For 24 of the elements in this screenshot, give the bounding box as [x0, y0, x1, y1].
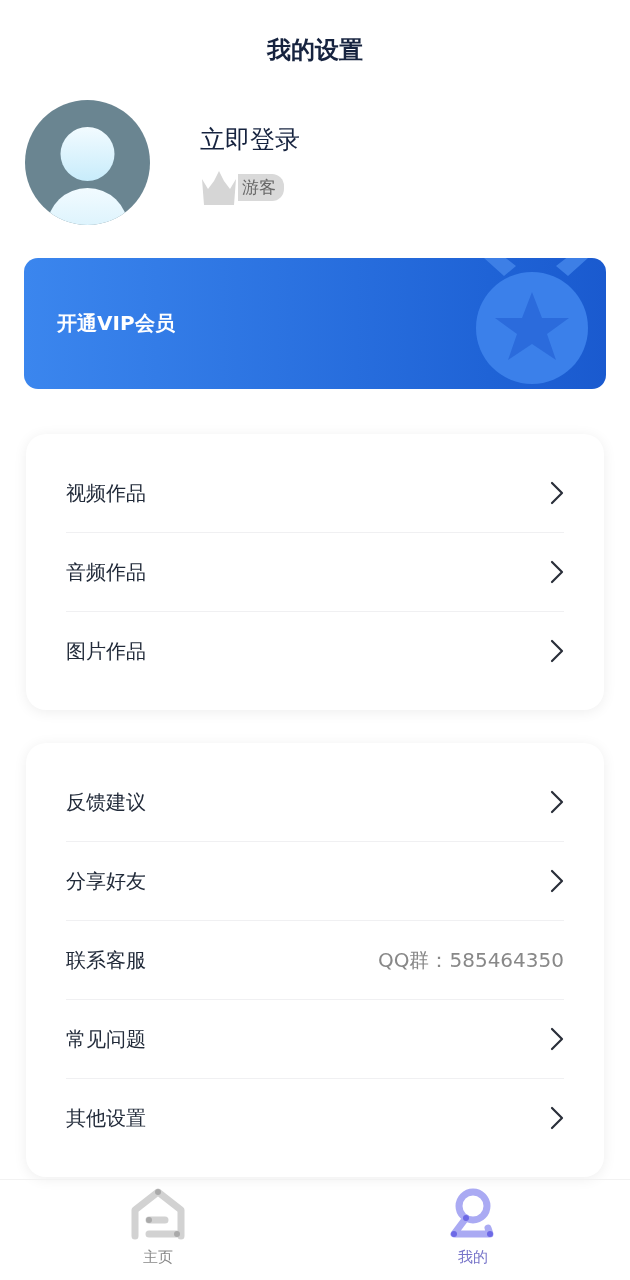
menu-item[interactable]: 联系客服 QQ群：585464350 — [66, 921, 564, 1000]
tab[interactable]: 主页 — [0, 1180, 315, 1280]
menu-item[interactable]: 视频作品 — [66, 454, 564, 533]
chevron-right-icon — [550, 639, 564, 663]
vip-banner[interactable]: 开通VIP会员 — [24, 258, 606, 389]
home-icon — [130, 1188, 185, 1242]
page-title: 我的设置 — [267, 35, 363, 66]
menu-item[interactable]: 图片作品 — [66, 612, 564, 690]
chevron-right-icon — [550, 869, 564, 893]
login-link[interactable]: 立即登录 — [200, 122, 300, 156]
menu-item[interactable]: 音频作品 — [66, 533, 564, 612]
chevron-right-icon — [550, 481, 564, 505]
tab[interactable]: 我的 — [315, 1180, 630, 1280]
chevron-right-icon — [550, 560, 564, 584]
menu-item[interactable]: 反馈建议 — [66, 763, 564, 842]
vip-label: 开通VIP会员 — [57, 310, 175, 337]
contact-info: QQ群：585464350 — [378, 946, 564, 974]
user-level-badge: 游客 — [238, 174, 284, 201]
chevron-right-icon — [550, 1027, 564, 1051]
menu-item[interactable]: 常见问题 — [66, 1000, 564, 1079]
chevron-right-icon — [550, 1106, 564, 1130]
chevron-right-icon — [550, 790, 564, 814]
menu-item[interactable]: 其他设置 — [66, 1079, 564, 1157]
menu-item[interactable]: 分享好友 — [66, 842, 564, 921]
